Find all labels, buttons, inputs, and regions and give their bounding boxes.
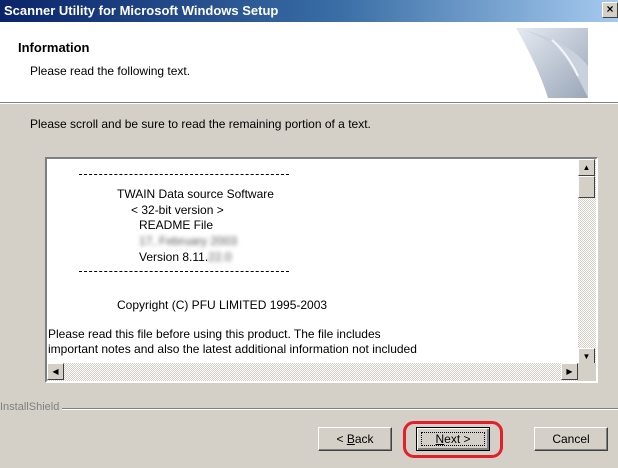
horizontal-scrollbar[interactable]: ◀ ▶	[47, 363, 578, 381]
readme-body-line: Please read this file before using this …	[48, 327, 381, 341]
window-title: Scanner Utility for Microsoft Windows Se…	[4, 3, 279, 18]
vertical-scroll-thumb[interactable]	[578, 176, 595, 198]
footer-separator	[62, 408, 618, 410]
back-rest: ack	[354, 432, 374, 446]
cancel-button-label: Cancel	[552, 432, 590, 446]
scrollbar-corner	[578, 363, 596, 381]
scroll-up-icon: ▲	[582, 163, 591, 172]
readme-bitness: < 32-bit version >	[131, 203, 224, 217]
scroll-right-icon: ▶	[566, 367, 573, 376]
readme-title: TWAIN Data source Software	[117, 187, 274, 201]
readme-file-label: README File	[139, 218, 214, 232]
version-number: 22.0	[208, 250, 232, 264]
scroll-left-button[interactable]: ◀	[47, 363, 64, 380]
readme-copyright: Copyright (C) PFU LIMITED 1995-2003	[117, 298, 328, 312]
back-button[interactable]: < Back	[318, 427, 392, 451]
separator-dashes-top	[79, 174, 289, 175]
scroll-right-button[interactable]: ▶	[561, 363, 578, 380]
installshield-label: InstallShield	[0, 401, 60, 413]
version-prefix: Version 8.11.	[139, 250, 209, 264]
setup-dialog: Scanner Utility for Microsoft Windows Se…	[0, 0, 618, 468]
scroll-up-button[interactable]: ▲	[578, 159, 595, 176]
back-button-label: < Back	[336, 432, 373, 446]
readme-version: Version 8.11.22.0	[139, 250, 232, 264]
close-icon: ×	[606, 2, 614, 16]
scroll-down-icon: ▼	[582, 352, 591, 361]
vertical-scrollbar[interactable]: ▲ ▼	[578, 159, 596, 365]
header-panel: Information Please read the following te…	[0, 22, 618, 102]
back-accelerator: B	[346, 432, 355, 446]
readme-content: TWAIN Data source Software < 32-bit vers…	[47, 159, 578, 365]
readme-body-line: important notes and also the latest addi…	[48, 342, 417, 356]
separator-dashes-bottom	[79, 271, 289, 272]
page-curl-graphic-icon	[516, 28, 588, 98]
header-separator	[0, 102, 618, 104]
page-title: Information	[18, 40, 90, 55]
next-button-highlight-ring	[403, 421, 503, 458]
back-prefix: <	[336, 432, 347, 446]
title-bar[interactable]: Scanner Utility for Microsoft Windows Se…	[0, 0, 618, 22]
page-subtitle: Please read the following text.	[30, 64, 191, 78]
readme-date: 17, February 2003	[139, 234, 238, 248]
instruction-text: Please scroll and be sure to read the re…	[30, 117, 371, 131]
readme-text-box[interactable]: TWAIN Data source Software < 32-bit vers…	[45, 157, 598, 383]
cancel-button[interactable]: Cancel	[534, 427, 608, 451]
scroll-left-icon: ◀	[52, 367, 59, 376]
close-button[interactable]: ×	[602, 2, 618, 18]
